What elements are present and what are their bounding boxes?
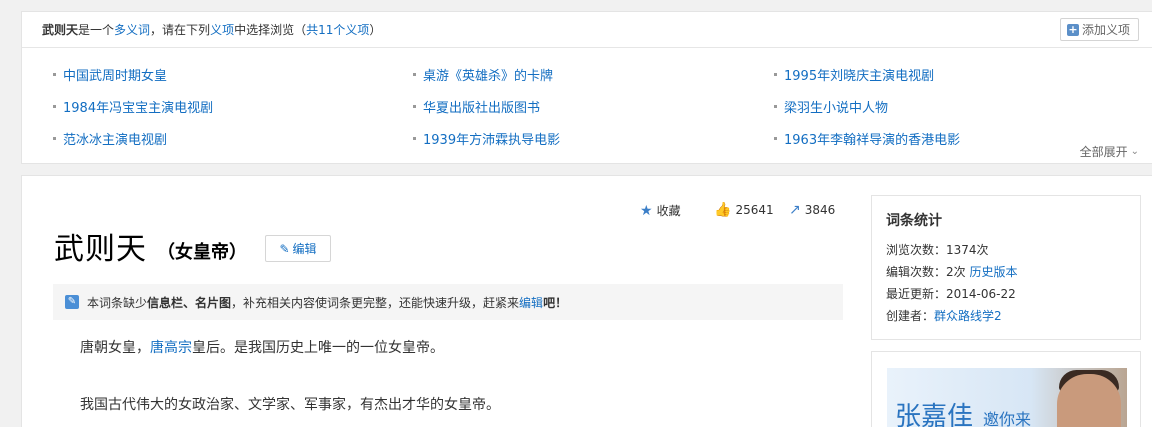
polysemy-link[interactable]: 多义词 xyxy=(114,21,150,38)
chevron-down-icon: ⌄ xyxy=(1130,146,1139,157)
pencil-icon: ✎ xyxy=(65,295,79,309)
edit-button[interactable]: ✎ 编辑 xyxy=(265,235,331,262)
edit-label: 编辑 xyxy=(292,242,317,256)
page-subtitle: （女皇帝） xyxy=(157,242,247,263)
add-sense-label: 添加义项 xyxy=(1081,23,1130,37)
share-button[interactable]: ↗ 3846 xyxy=(789,202,835,218)
sense-item[interactable]: 范冰冰主演电视剧 xyxy=(52,129,167,148)
polysemy-text: ，请在下列 xyxy=(150,23,211,37)
stats-label: 创建者： xyxy=(886,309,935,323)
collect-label: 收藏 xyxy=(656,204,681,218)
like-count: 25641 xyxy=(735,203,774,217)
sense-item[interactable]: 华夏出版社出版图书 xyxy=(412,97,540,116)
notice-text: 本词条缺少 xyxy=(87,295,148,310)
stats-value: 2次 xyxy=(946,265,966,279)
star-icon: ★ xyxy=(640,202,653,219)
stats-updated: 最近更新：2014-06-22 xyxy=(886,285,1016,302)
add-sense-button[interactable]: + 添加义项 xyxy=(1059,18,1139,41)
stats-edits: 编辑次数：2次 历史版本 xyxy=(886,263,1018,280)
sense-link[interactable]: 义项 xyxy=(210,21,234,38)
stats-creator: 创建者：群众路线学2 xyxy=(886,307,1002,324)
sense-item[interactable]: 1984年冯宝宝主演电视剧 xyxy=(52,97,213,116)
stats-heading: 词条统计 xyxy=(886,213,942,229)
sense-count-link[interactable]: 共11个义项 xyxy=(306,21,369,38)
paragraph-text: 唐朝女皇， xyxy=(80,340,150,356)
polysemy-panel: 武则天 是一个 多义词 ，请在下列 义项 中选择浏览（ 共11个义项 ） + 添… xyxy=(21,11,1152,164)
sense-item[interactable]: 中国武周时期女皇 xyxy=(52,65,167,84)
sense-item[interactable]: 1963年李翰祥导演的香港电影 xyxy=(773,129,960,148)
notice-emphasis: 信息栏、名片图 xyxy=(147,295,232,310)
notice-edit-link[interactable]: 编辑 xyxy=(519,294,543,311)
polysemy-text: ） xyxy=(369,23,382,37)
paragraph: 唐朝女皇，唐高宗皇后。是我国历史上唯一的一位女皇帝。 xyxy=(80,337,444,357)
polysemy-text: 中选择浏览（ xyxy=(234,23,307,37)
stats-value: 2014-06-22 xyxy=(946,287,1016,301)
sense-item[interactable]: 桌游《英雄杀》的卡牌 xyxy=(412,65,553,84)
notice-text: ，补充相关内容使词条更完整，还能快速升级，赶紧来 xyxy=(231,295,520,310)
creator-link[interactable]: 群众路线学2 xyxy=(934,309,1002,323)
polysemy-term: 武则天 xyxy=(42,23,79,37)
stats-views: 浏览次数：1374次 xyxy=(886,241,989,258)
pencil-icon: ✎ xyxy=(279,241,290,256)
missing-info-notice: ✎ 本词条缺少 信息栏、名片图 ，补充相关内容使词条更完整，还能快速升级，赶紧来… xyxy=(53,284,843,320)
paragraph-text: 皇后。是我国历史上唯一的一位女皇帝。 xyxy=(192,340,444,356)
sense-item[interactable]: 梁羽生小说中人物 xyxy=(773,97,888,116)
stats-label: 编辑次数： xyxy=(886,265,947,279)
plus-icon: + xyxy=(1066,22,1079,36)
collect-button[interactable]: ★ 收藏 xyxy=(640,202,681,219)
history-link[interactable]: 历史版本 xyxy=(969,265,1017,279)
stats-label: 浏览次数： xyxy=(886,243,947,257)
sense-item[interactable]: 1995年刘晓庆主演电视剧 xyxy=(773,65,934,84)
ad-banner[interactable]: 张嘉佳 邀你来 xyxy=(887,368,1127,427)
share-icon: ↗ xyxy=(789,202,801,218)
expand-all-button[interactable]: 全部展开 ⌄ xyxy=(1080,143,1139,160)
page-title: 武则天 xyxy=(54,232,147,267)
polysemy-text: 是一个 xyxy=(78,23,115,37)
stats-label: 最近更新： xyxy=(886,287,947,301)
stats-value: 1374次 xyxy=(946,243,989,257)
ad-portrait xyxy=(1057,374,1121,427)
entry-stats-box: 词条统计 浏览次数：1374次 编辑次数：2次 历史版本 最近更新：2014-0… xyxy=(871,195,1141,340)
paragraph: 我国古代伟大的女政治家、文学家、军事家，有杰出才华的女皇帝。 xyxy=(80,397,500,413)
ad-subtitle: 邀你来 xyxy=(983,410,1032,427)
thumbs-up-icon: 👍 xyxy=(714,202,732,218)
sense-item[interactable]: 1939年方沛霖执导电影 xyxy=(412,129,560,148)
ad-name: 张嘉佳 xyxy=(895,402,974,427)
gaozong-link[interactable]: 唐高宗 xyxy=(150,340,192,356)
polysemy-header: 武则天 是一个 多义词 ，请在下列 义项 中选择浏览（ 共11个义项 ） xyxy=(22,12,1152,48)
ad-box: 张嘉佳 邀你来 xyxy=(871,351,1141,427)
expand-all-label: 全部展开 xyxy=(1079,145,1128,159)
share-count: 3846 xyxy=(804,203,836,217)
notice-text: 吧！ xyxy=(543,295,568,310)
like-button[interactable]: 👍 25641 xyxy=(714,202,774,218)
